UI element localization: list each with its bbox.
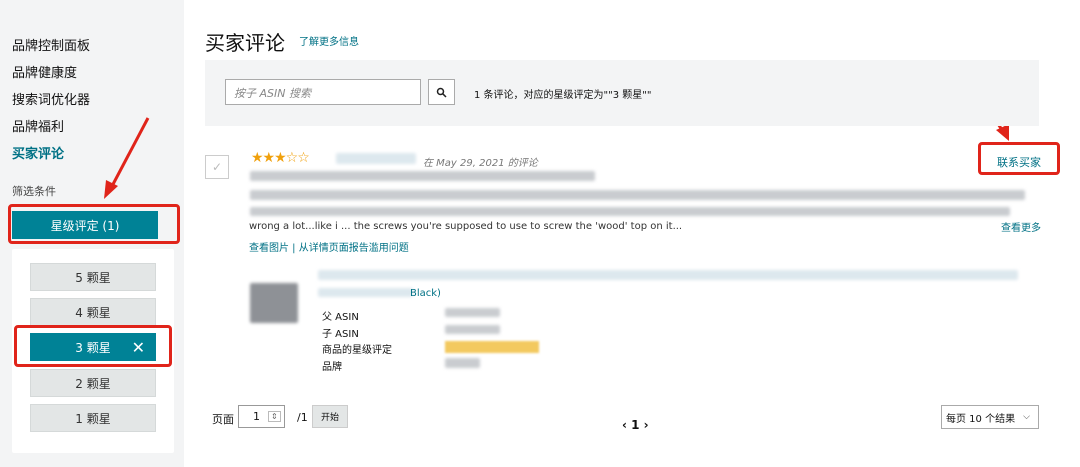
page-navigation[interactable]: ‹ 1 › [622, 418, 649, 432]
result-count-text: 1 条评论，对应的星级评定为""3 颗星"" [474, 90, 652, 101]
search-button[interactable] [428, 79, 455, 105]
review-links[interactable]: 查看图片 | 从详情页面报告滥用问题 [249, 239, 409, 254]
page-title: 买家评论 [205, 31, 285, 55]
results-per-page-select[interactable]: 每页 10 个结果 ⌵ [941, 405, 1039, 429]
blurred-review-line-2 [250, 207, 1010, 216]
attr-child-asin: 子 ASIN [322, 329, 359, 340]
blurred-product-title-2 [318, 288, 413, 297]
per-page-value: 每页 10 个结果 [946, 413, 1016, 425]
page-total: /1 [297, 411, 308, 424]
search-icon [436, 87, 447, 98]
blurred-product-title [318, 270, 1018, 280]
attr-parent-asin: 父 ASIN [322, 312, 359, 323]
attr-brand: 品牌 [322, 362, 342, 373]
blurred-parent-asin [445, 308, 500, 317]
product-image[interactable] [250, 283, 298, 323]
page-number-input[interactable]: 1 ⇕ [238, 405, 285, 428]
asin-search-input[interactable]: 按子 ASIN 搜索 [225, 79, 421, 105]
review-checkbox[interactable]: ✓ [205, 155, 229, 179]
page-label: 页面 [212, 413, 234, 426]
see-more-link[interactable]: 查看更多 [1001, 219, 1041, 234]
stepper-icon[interactable]: ⇕ [268, 411, 281, 422]
chevron-down-icon: ⌵ [1023, 412, 1030, 422]
review-stars: ★★★☆☆ [251, 150, 310, 166]
blurred-review-line-1 [250, 190, 1025, 200]
page-number-value: 1 [253, 410, 260, 423]
blurred-brand [445, 358, 480, 368]
start-button[interactable]: 开始 [312, 405, 348, 428]
review-date: 在 May 29, 2021 的评论 [423, 158, 538, 169]
review-text: wrong a lot...like i ... the screws you'… [249, 221, 683, 232]
learn-more-link[interactable]: 了解更多信息 [299, 33, 359, 48]
blurred-product-stars [445, 341, 539, 353]
contact-buyer-link[interactable]: 联系买家 [997, 154, 1041, 170]
attr-product-rating: 商品的星级评定 [322, 345, 392, 356]
blurred-child-asin [445, 325, 500, 334]
blurred-reviewer [336, 153, 416, 164]
product-title-suffix[interactable]: Black) [410, 288, 441, 299]
blurred-review-title [250, 171, 595, 181]
